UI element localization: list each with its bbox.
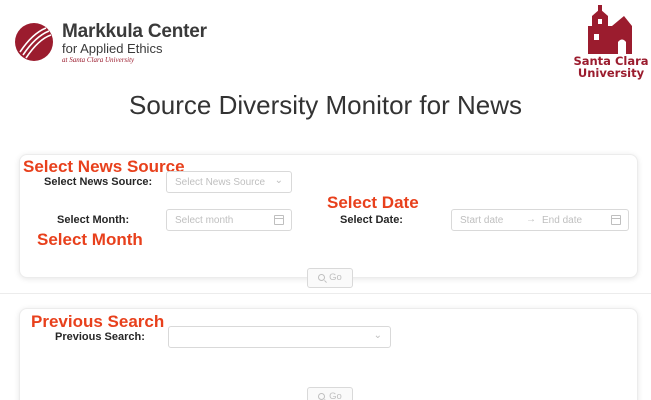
search-icon xyxy=(318,274,326,281)
calendar-icon xyxy=(274,215,284,225)
header: Markkula Center for Applied Ethics at Sa… xyxy=(0,0,651,80)
previous-search-label: Previous Search: xyxy=(55,331,145,343)
end-date-input[interactable]: End date xyxy=(542,215,582,226)
annotation-news-source: Select News Source xyxy=(23,157,185,176)
org-title: Markkula Center xyxy=(62,21,207,42)
news-source-select[interactable]: Select News Source ⌄ xyxy=(166,171,292,193)
university-line-2: University xyxy=(577,66,645,80)
start-date-input[interactable]: Start date xyxy=(460,215,503,226)
month-placeholder: Select month xyxy=(175,215,234,226)
annotation-previous-search: Previous Search xyxy=(31,312,165,331)
month-label: Select Month: xyxy=(57,214,130,226)
search-icon xyxy=(318,393,326,400)
scu-wordmark: Santa Clara University xyxy=(572,55,650,79)
date-range-picker[interactable]: Start date → End date xyxy=(451,209,629,231)
org-affiliation: at Santa Clara University xyxy=(62,56,135,64)
month-picker[interactable]: Select month xyxy=(166,209,292,231)
chevron-down-icon: ⌄ xyxy=(373,330,382,341)
markkula-logo xyxy=(15,23,53,61)
search-go-button[interactable]: Go xyxy=(307,268,353,288)
news-source-label: Select News Source: xyxy=(44,176,153,188)
annotation-month: Select Month xyxy=(37,230,143,249)
previous-search-select[interactable]: ⌄ xyxy=(168,326,391,348)
scu-mission-logo xyxy=(588,5,632,54)
calendar-icon xyxy=(611,215,621,225)
annotation-date: Select Date xyxy=(327,193,419,212)
markkula-wordmark: Markkula Center for Applied Ethics at Sa… xyxy=(62,22,207,64)
page-title: Source Diversity Monitor for News xyxy=(129,90,522,120)
section-divider xyxy=(0,293,651,294)
date-range-arrow: → xyxy=(526,214,536,225)
go-label: Go xyxy=(329,391,342,400)
previous-go-button[interactable]: Go xyxy=(307,387,353,400)
org-subtitle: for Applied Ethics xyxy=(62,41,163,56)
chevron-down-icon: ⌄ xyxy=(274,175,283,186)
go-label: Go xyxy=(329,272,342,283)
news-source-placeholder: Select News Source xyxy=(175,177,266,188)
date-label: Select Date: xyxy=(340,214,403,226)
